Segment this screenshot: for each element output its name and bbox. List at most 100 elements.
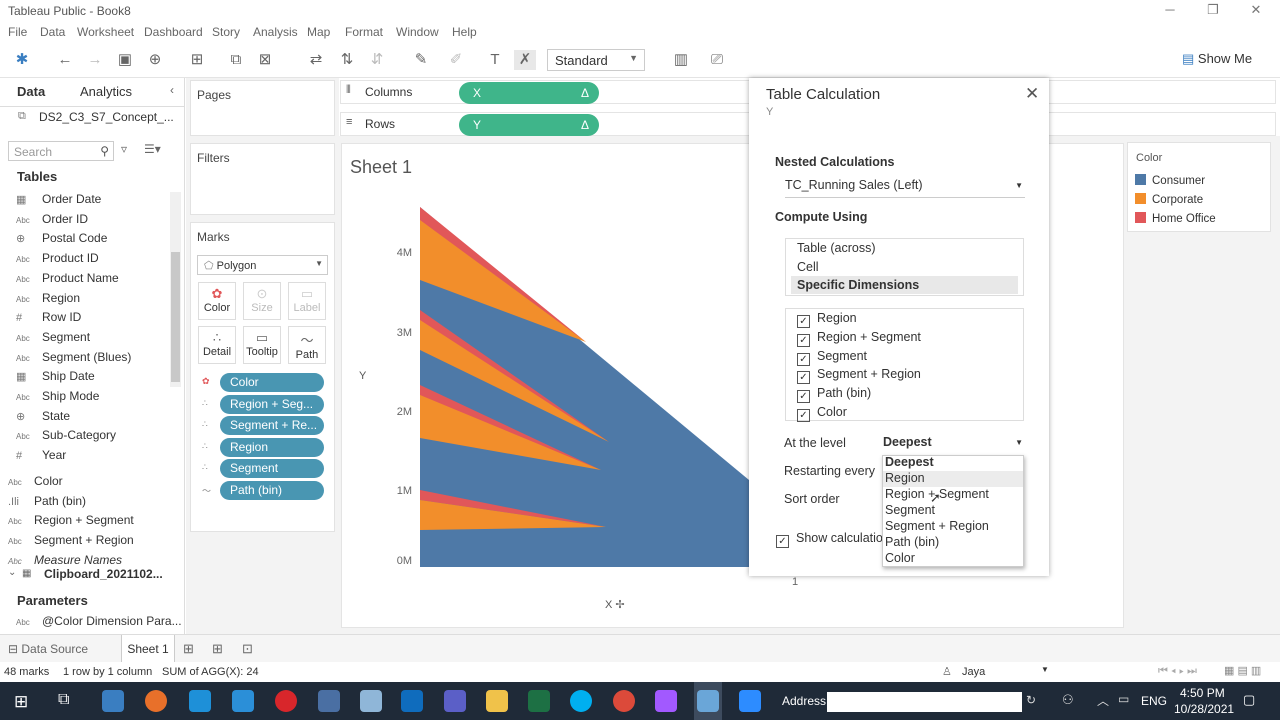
- people-icon[interactable]: ⚇: [1062, 692, 1074, 708]
- menu-worksheet[interactable]: Worksheet: [77, 25, 134, 39]
- field-item[interactable]: # Year: [16, 448, 176, 467]
- duplicate-icon[interactable]: ⧉: [225, 50, 247, 70]
- field-item[interactable]: Abc Product Name: [16, 271, 176, 290]
- menu-map[interactable]: Map: [307, 25, 330, 39]
- field-item[interactable]: Abc Sub-Category: [16, 428, 176, 447]
- marks-detail-button[interactable]: ∴ Detail: [198, 326, 236, 364]
- edge-icon[interactable]: [189, 690, 211, 712]
- at-level-select[interactable]: Deepest ▼: [883, 435, 1025, 453]
- marks-label-button[interactable]: ▭ Label: [288, 282, 326, 320]
- legend-item[interactable]: Corporate: [1135, 193, 1203, 206]
- compute-option[interactable]: Cell: [797, 260, 819, 274]
- legend-item[interactable]: Consumer: [1135, 174, 1205, 187]
- menu-dashboard[interactable]: Dashboard: [144, 25, 203, 39]
- user-name[interactable]: Jaya: [962, 666, 985, 678]
- marks-size-button[interactable]: ⊙ Size: [243, 282, 281, 320]
- field-item[interactable]: Abc Region + Segment: [8, 513, 168, 532]
- view-list-icon[interactable]: ☰▾: [144, 142, 161, 156]
- clock-time[interactable]: 4:50 PM: [1180, 686, 1225, 700]
- menu-format[interactable]: Format: [345, 25, 383, 39]
- outlook-icon[interactable]: [401, 690, 423, 712]
- field-item[interactable]: Abc Segment (Blues): [16, 350, 176, 369]
- tableau-icon[interactable]: [697, 690, 719, 712]
- pages-card[interactable]: Pages: [190, 80, 335, 136]
- dropdown-option[interactable]: Segment + Region: [885, 519, 989, 535]
- figma-icon[interactable]: [655, 690, 677, 712]
- marks-tooltip-button[interactable]: ▭ Tooltip: [243, 326, 281, 364]
- rows-pill-y[interactable]: YΔ: [459, 114, 599, 136]
- save-icon[interactable]: ▣: [114, 50, 136, 70]
- menu-data[interactable]: Data: [40, 25, 65, 39]
- excel-icon[interactable]: [528, 690, 550, 712]
- nav-first-icon[interactable]: ⏮ ◂ ▸ ⏭: [1158, 665, 1197, 678]
- field-item[interactable]: Abc Color: [8, 474, 168, 493]
- show-cards-icon[interactable]: ▥: [670, 50, 692, 70]
- field-item[interactable]: ▦ Order Date: [16, 192, 176, 211]
- marks-color-button[interactable]: ✿ Color: [198, 282, 236, 320]
- minimize-button[interactable]: ─: [1155, 2, 1185, 20]
- marks-pill[interactable]: Segment: [220, 459, 324, 479]
- menu-help[interactable]: Help: [452, 25, 477, 39]
- marks-pill[interactable]: Region + Seg...: [220, 394, 324, 414]
- refresh-icon[interactable]: ↻: [1026, 693, 1036, 707]
- new-dashboard-icon[interactable]: ⊞: [212, 641, 223, 657]
- fit-select[interactable]: Standard ▼: [547, 49, 645, 71]
- data-source-tab[interactable]: ⊟ Data Source: [8, 642, 88, 656]
- columns-pill-x[interactable]: XΔ: [459, 82, 599, 104]
- dropdown-option[interactable]: Path (bin): [885, 535, 939, 551]
- nested-select[interactable]: TC_Running Sales (Left) ▼: [785, 178, 1025, 198]
- expand-icon[interactable]: ⌄: [8, 567, 16, 578]
- field-item[interactable]: Abc Segment: [16, 330, 176, 349]
- teams-icon[interactable]: [444, 690, 466, 712]
- datasource-name[interactable]: DS2_C3_S7_Concept_...: [39, 110, 174, 124]
- field-item[interactable]: .Ili Path (bin): [8, 494, 168, 513]
- redo-icon[interactable]: →: [84, 50, 106, 70]
- marks-path-button[interactable]: 〜 Path: [288, 326, 326, 364]
- task-view-icon[interactable]: ⧉: [58, 691, 69, 709]
- field-item[interactable]: ⊕ Postal Code: [16, 231, 176, 250]
- filter-icon[interactable]: ▿: [121, 142, 127, 156]
- mark-type-select[interactable]: ⬠ Polygon ▼: [197, 255, 328, 275]
- restore-button[interactable]: ❐: [1198, 2, 1228, 20]
- dimension-checkbox[interactable]: ✓ Region + Segment: [797, 330, 921, 347]
- marks-pill[interactable]: Color: [220, 373, 324, 392]
- dropdown-option[interactable]: Region: [885, 471, 925, 487]
- dimension-checkbox[interactable]: ✓ Segment: [797, 349, 867, 366]
- compute-option[interactable]: Specific Dimensions: [797, 278, 919, 292]
- presentation-icon[interactable]: ⎚: [706, 50, 728, 70]
- marks-pill[interactable]: Segment + Re...: [220, 416, 324, 436]
- clipboard-table[interactable]: Clipboard_2021102...: [44, 567, 163, 581]
- opera-icon[interactable]: [275, 690, 297, 712]
- address-input[interactable]: [827, 692, 1022, 712]
- close-icon[interactable]: ✕: [1025, 84, 1039, 104]
- field-item[interactable]: Abc Region: [16, 291, 176, 310]
- compute-option[interactable]: Table (across): [797, 241, 876, 255]
- field-item[interactable]: Abc Order ID: [16, 212, 176, 231]
- field-item[interactable]: # Row ID: [16, 310, 176, 329]
- firefox-icon[interactable]: [145, 690, 167, 712]
- show-me-button[interactable]: ▤ Show Me: [1182, 51, 1252, 67]
- tab-sheet1[interactable]: Sheet 1: [121, 635, 175, 663]
- menu-window[interactable]: Window: [396, 25, 439, 39]
- field-item[interactable]: Abc Product ID: [16, 251, 176, 270]
- dimension-checkbox[interactable]: ✓ Region: [797, 311, 857, 328]
- browser-icon[interactable]: [102, 690, 124, 712]
- dimension-checkbox[interactable]: ✓ Color: [797, 405, 847, 422]
- new-story-icon[interactable]: ⊡: [242, 641, 253, 657]
- windows-start-icon[interactable]: ⊞: [14, 692, 28, 712]
- field-item[interactable]: ⊕ State: [16, 409, 176, 428]
- undo-icon[interactable]: ←: [54, 50, 76, 70]
- zoom-icon[interactable]: [739, 690, 761, 712]
- marks-pill[interactable]: Path (bin): [220, 481, 324, 500]
- fix-axes-icon[interactable]: ✗: [514, 50, 536, 70]
- clear-sheet-icon[interactable]: ⊠: [254, 50, 276, 70]
- filters-card[interactable]: Filters: [190, 143, 335, 215]
- menu-analysis[interactable]: Analysis: [253, 25, 298, 39]
- close-window-button[interactable]: ✕: [1241, 2, 1271, 20]
- tray-chevron-icon[interactable]: ︿: [1097, 692, 1109, 709]
- new-worksheet-icon[interactable]: ⊞: [186, 50, 208, 70]
- dropdown-option[interactable]: Color: [885, 551, 915, 567]
- dropdown-option[interactable]: Segment: [885, 503, 935, 519]
- menu-story[interactable]: Story: [212, 25, 240, 39]
- clock-date[interactable]: 10/28/2021: [1174, 702, 1234, 716]
